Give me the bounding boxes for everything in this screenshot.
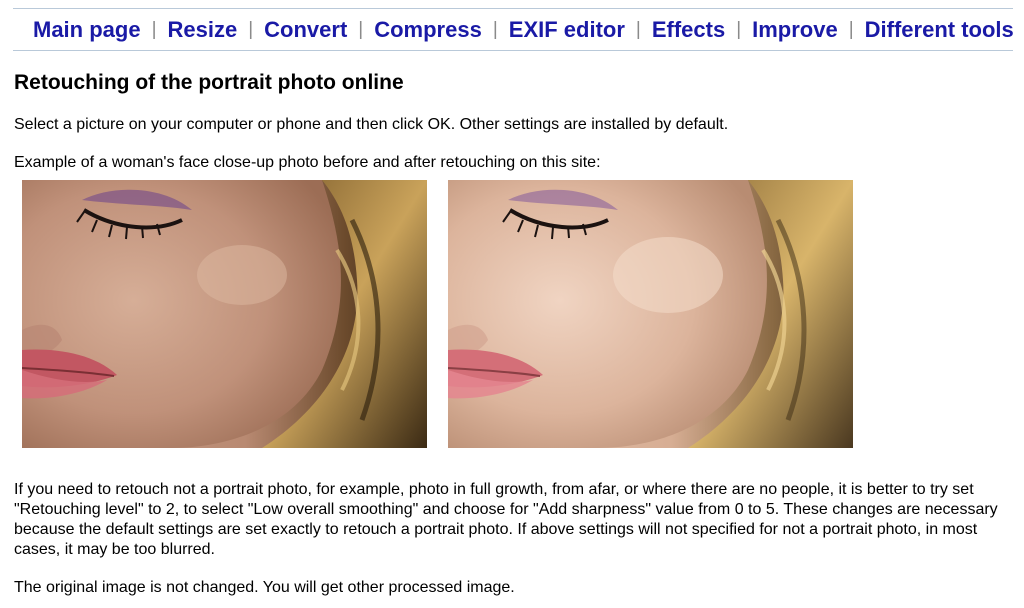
nav-link-compress[interactable]: Compress — [374, 17, 482, 43]
nav-link-convert[interactable]: Convert — [264, 17, 347, 43]
portrait-before-photo — [22, 180, 427, 448]
nav-separator: | — [492, 18, 498, 40]
advice-text: If you need to retouch not a portrait ph… — [14, 481, 998, 558]
portrait-after-photo — [448, 180, 853, 448]
nav-link-exif-editor[interactable]: EXIF editor — [509, 17, 625, 43]
nav-link-improve[interactable]: Improve — [752, 17, 838, 43]
nav-separator: | — [736, 18, 742, 40]
nav-link-different-tools[interactable]: Different tools — [865, 17, 1014, 43]
nav-link-main-page[interactable]: Main page — [33, 17, 141, 43]
nav-separator: | — [358, 18, 364, 40]
nav-separator: | — [151, 18, 157, 40]
nav-link-resize[interactable]: Resize — [168, 17, 238, 43]
nav-separator: | — [635, 18, 641, 40]
intro-text: Select a picture on your computer or pho… — [14, 116, 729, 133]
nav-separator: | — [848, 18, 854, 40]
note-text: The original image is not changed. You w… — [14, 579, 515, 596]
nav-separator: | — [248, 18, 254, 40]
example-caption: Example of a woman's face close-up photo… — [14, 154, 601, 171]
top-navigation: Main page | Resize | Convert | Compress … — [13, 8, 1014, 51]
nav-link-effects[interactable]: Effects — [652, 17, 725, 43]
page-title: Retouching of the portrait photo online — [14, 71, 404, 94]
